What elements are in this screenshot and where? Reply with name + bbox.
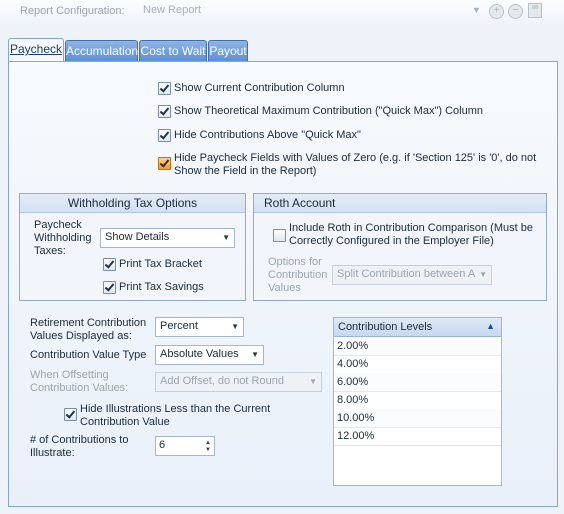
chevron-up-icon[interactable]: ▲ (205, 440, 211, 446)
tab-accumulation[interactable]: Accumulation (65, 40, 138, 61)
sort-ascending-icon: ▲ (486, 321, 495, 331)
list-item[interactable]: 2.00% (334, 337, 501, 356)
withholding-label-line3: Taxes: (34, 245, 66, 257)
values-displayed-select[interactable]: Percent ▼ (155, 317, 244, 337)
tab-paycheck[interactable]: Paycheck (8, 38, 64, 63)
hide-zero-fields-label-line2: Show the Field in the Report) (174, 165, 317, 177)
roth-options-label-line3: Values (268, 282, 301, 294)
include-roth-checkbox[interactable] (273, 229, 286, 242)
contribution-levels-header[interactable]: Contribution Levels ▲ (334, 318, 501, 337)
chevron-down-icon: ▼ (479, 270, 487, 279)
contribution-levels-header-label: Contribution Levels (338, 321, 433, 333)
tab-payout[interactable]: Payout (208, 40, 248, 61)
show-theoretical-checkbox[interactable] (158, 105, 171, 118)
report-config-value: New Report (143, 4, 202, 16)
remove-icon[interactable]: − (508, 4, 523, 19)
hide-above-quick-max-label: Hide Contributions Above "Quick Max" (174, 129, 361, 141)
value-type-value: Absolute Values (160, 348, 239, 360)
num-contributions-label-line2: Illustrate: (30, 447, 75, 459)
list-item[interactable]: 10.00% (334, 409, 501, 428)
report-config-label: Report Configuration: (20, 5, 125, 17)
offset-label-line2: Contribution Values: (30, 382, 129, 394)
save-icon[interactable] (528, 3, 542, 18)
withholding-title: Withholding Tax Options (67, 196, 198, 210)
list-item[interactable]: 4.00% (334, 355, 501, 374)
roth-options-label-line2: Contribution (268, 269, 328, 281)
values-displayed-label-line2: Values Displayed as: (30, 330, 132, 342)
report-config-bar: Report Configuration: New Report ▼ + − (0, 0, 564, 26)
hide-above-quick-max-checkbox[interactable] (158, 129, 171, 142)
chevron-down-icon: ▼ (231, 322, 239, 331)
chevron-down-icon: ▼ (251, 350, 259, 359)
tab-cost-to-wait[interactable]: Cost to Wait (139, 40, 207, 61)
withholding-label-line2: Withholding (34, 232, 92, 244)
chevron-down-icon: ▼ (222, 233, 230, 242)
hide-zero-fields-label-line1: Hide Paycheck Fields with Values of Zero… (174, 152, 537, 164)
values-displayed-label-line1: Retirement Contribution (30, 317, 147, 329)
roth-options-label-line1: Options for (268, 256, 322, 268)
offset-value: Add Offset, do not Round (160, 375, 284, 387)
show-current-label: Show Current Contribution Column (174, 82, 345, 94)
show-theoretical-label: Show Theoretical Maximum Contribution ("… (174, 105, 483, 117)
contribution-levels-list[interactable]: Contribution Levels ▲ 2.00% 4.00% 6.00% … (333, 317, 502, 486)
chevron-down-icon: ▼ (309, 377, 317, 386)
roth-options-value: Split Contribution between Ac (337, 268, 475, 280)
roth-options-select[interactable]: Split Contribution between Ac ▼ (332, 265, 492, 285)
num-contributions-value: 6 (159, 439, 166, 451)
num-contributions-label-line1: # of Contributions to (30, 434, 129, 446)
hide-zero-fields-checkbox[interactable] (158, 157, 171, 170)
print-tax-savings-label: Print Tax Savings (119, 281, 204, 293)
hide-illustrations-label-line1: Hide Illustrations Less than the Current (80, 403, 271, 415)
list-item[interactable]: 8.00% (334, 391, 501, 410)
list-item[interactable]: 6.00% (334, 373, 501, 392)
roth-title: Roth Account (264, 196, 336, 210)
withholding-label-line1: Paycheck (34, 219, 82, 231)
print-tax-savings-checkbox[interactable] (103, 281, 116, 294)
list-item[interactable]: 12.00% (334, 427, 501, 446)
chevron-down-icon: ▼ (472, 5, 481, 15)
show-current-checkbox[interactable] (158, 82, 171, 95)
value-type-label: Contribution Value Type (30, 349, 147, 361)
add-icon[interactable]: + (489, 4, 504, 19)
num-contributions-stepper[interactable]: 6 ▲ ▼ (155, 436, 215, 456)
value-type-select[interactable]: Absolute Values ▼ (155, 345, 264, 365)
include-roth-label-line1: Include Roth in Contribution Comparison … (289, 222, 533, 234)
withholding-select[interactable]: Show Details ▼ (100, 228, 235, 248)
report-config-select[interactable]: New Report ▼ (137, 1, 547, 21)
offset-label-line1: When Offsetting (30, 369, 109, 381)
include-roth-label-line2: Correctly Configured in the Employer Fil… (289, 235, 494, 247)
print-tax-bracket-checkbox[interactable] (103, 258, 116, 271)
hide-illustrations-checkbox[interactable] (64, 408, 77, 421)
print-tax-bracket-label: Print Tax Bracket (119, 258, 202, 270)
chevron-down-icon[interactable]: ▼ (205, 447, 211, 453)
values-displayed-value: Percent (160, 320, 198, 332)
hide-illustrations-label-line2: Contribution Value (80, 416, 170, 428)
offset-select[interactable]: Add Offset, do not Round ▼ (155, 372, 322, 392)
withholding-select-value: Show Details (105, 231, 170, 243)
